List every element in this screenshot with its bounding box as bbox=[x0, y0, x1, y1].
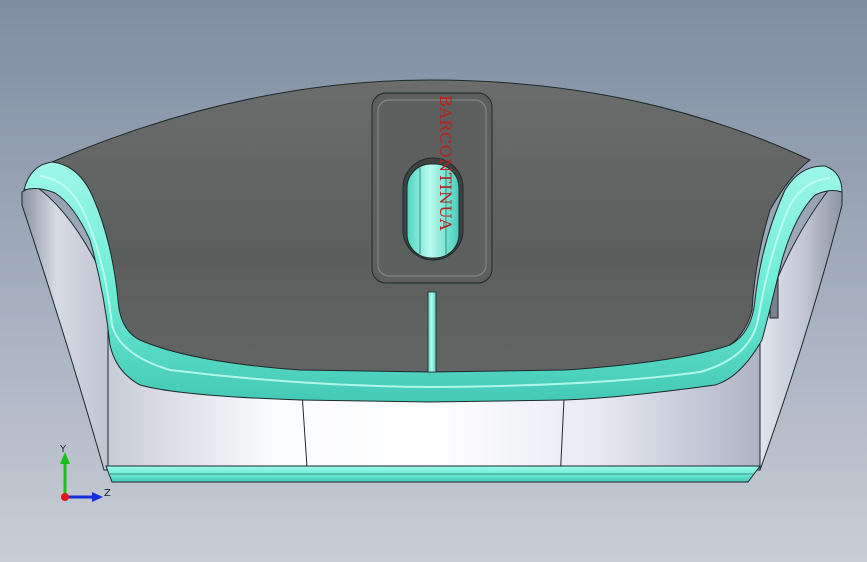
button-split-groove bbox=[427, 291, 437, 373]
y-axis-label: Y bbox=[59, 444, 67, 455]
cad-viewport[interactable]: BARCONTINUA bbox=[0, 0, 867, 562]
logo-text: BARCONTINUA bbox=[436, 95, 455, 231]
axis-triad: Y Z bbox=[59, 444, 111, 502]
z-axis-label: Z bbox=[104, 488, 111, 499]
z-axis-arrow bbox=[92, 492, 103, 502]
triad-origin bbox=[61, 493, 69, 501]
